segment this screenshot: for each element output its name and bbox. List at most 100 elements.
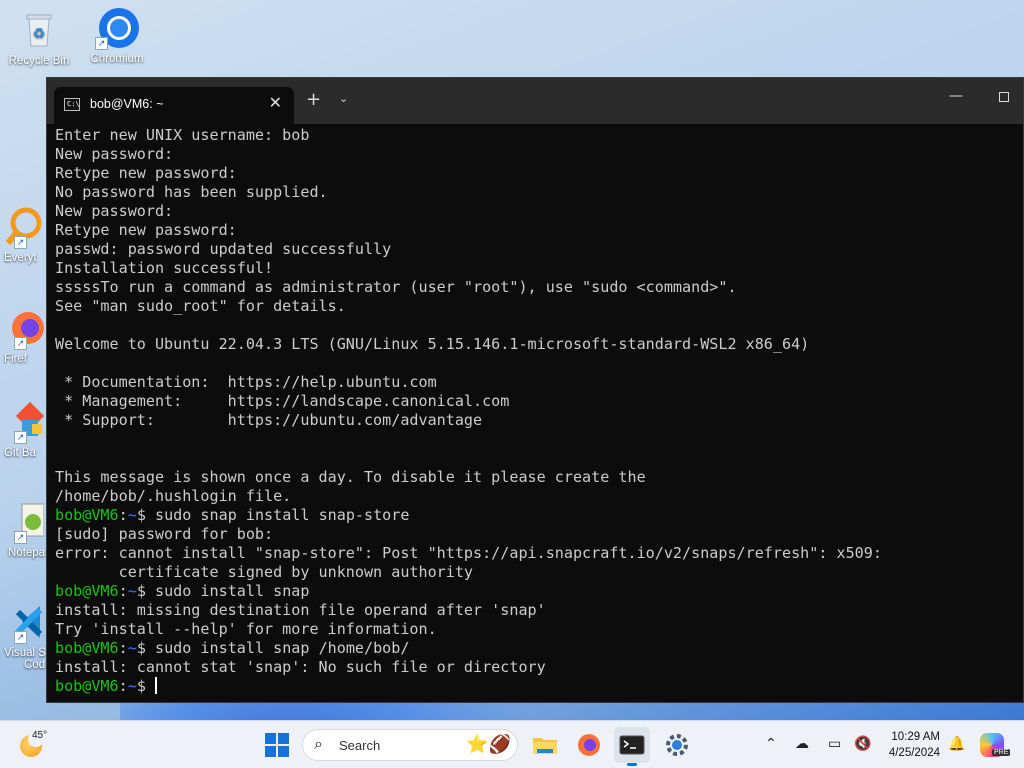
terminal-tab[interactable]: C:\ bob@VM6: ~ ✕ xyxy=(54,87,294,124)
terminal-line-text: This message is shown once a day. To dis… xyxy=(55,468,646,486)
search-highlight-icon: ⭐🏈 xyxy=(466,734,511,754)
shortcut-arrow-icon: ↗ xyxy=(14,236,27,249)
terminal-line-text: install: cannot stat 'snap': No such fil… xyxy=(55,658,546,676)
search-icon: ⌕ xyxy=(314,736,323,753)
terminal-line: error: cannot install "snap-store": Post… xyxy=(55,544,1023,563)
vscode-icon: ↗ xyxy=(0,600,44,644)
prompt-path: ~ xyxy=(127,582,137,600)
prompt-user: bob@VM6 xyxy=(55,677,119,695)
prompt-symbol: $ xyxy=(136,639,146,657)
shortcut-arrow-icon: ↗ xyxy=(14,431,27,444)
shortcut-arrow-icon: ↗ xyxy=(95,37,108,50)
recycle-bin-icon: ♻ xyxy=(17,8,61,52)
terminal-line-text: install: missing destination file operan… xyxy=(55,601,546,619)
prompt-path: ~ xyxy=(127,677,137,695)
windows-logo-tile xyxy=(265,746,276,757)
terminal-line: Welcome to Ubuntu 22.04.3 LTS (GNU/Linux… xyxy=(55,335,1023,354)
terminal-prompt-line: bob@VM6:~$ sudo install snap /home/bob/ xyxy=(55,639,1023,658)
prompt-separator: : xyxy=(118,677,128,695)
shortcut-arrow-icon: ↗ xyxy=(14,531,27,544)
cloud-offline-icon[interactable]: ☁ xyxy=(795,735,809,752)
terminal-line-text: sudo snap install snap-store xyxy=(145,506,410,524)
terminal-line: * Documentation: https://help.ubuntu.com xyxy=(55,373,1023,392)
new-tab-button[interactable]: + xyxy=(306,89,321,110)
terminal-line: Installation successful! xyxy=(55,259,1023,278)
terminal-line-text xyxy=(146,677,155,695)
terminal-line-text: * Management: https://landscape.canonica… xyxy=(55,392,510,410)
bell-icon[interactable]: 🔔 xyxy=(948,735,965,752)
desktop-icon-chromium[interactable]: ↗ Chromium xyxy=(79,6,155,65)
terminal-line-text: certificate signed by unknown authority xyxy=(55,563,474,581)
start-button[interactable] xyxy=(259,727,295,763)
firefox-taskbar-button[interactable] xyxy=(571,727,607,763)
terminal-line-text: /home/bob/.hushlogin file. xyxy=(55,487,292,505)
svg-text:♻: ♻ xyxy=(33,25,46,41)
terminal-line-text: passwd: password updated successfully xyxy=(55,240,392,258)
terminal-line-text: Welcome to Ubuntu 22.04.3 LTS (GNU/Linux… xyxy=(55,335,810,353)
terminal-line: install: cannot stat 'snap': No such fil… xyxy=(55,658,1023,677)
prompt-path: ~ xyxy=(127,506,137,524)
terminal-icon xyxy=(619,735,645,755)
windows-logo-tile xyxy=(278,733,289,744)
terminal-line: * Support: https://ubuntu.com/advantage xyxy=(55,411,1023,430)
terminal-line-text: New password: xyxy=(55,145,174,163)
file-explorer-button[interactable] xyxy=(527,727,563,763)
terminal-taskbar-button[interactable] xyxy=(614,727,650,763)
terminal-line: install: missing destination file operan… xyxy=(55,601,1023,620)
maximize-button[interactable] xyxy=(989,88,1019,106)
terminal-line: This message is shown once a day. To dis… xyxy=(55,468,1023,487)
prompt-separator: : xyxy=(118,639,128,657)
chromium-icon: ↗ xyxy=(95,6,139,50)
terminal-line-text: sudo install snap /home/bob/ xyxy=(145,639,410,657)
copilot-badge: PRE xyxy=(992,749,1011,756)
prompt-symbol: $ xyxy=(136,582,146,600)
terminal-line-text: Retype new password: xyxy=(55,164,237,182)
volume-muted-icon[interactable]: 🔇 xyxy=(854,735,871,752)
prompt-symbol: $ xyxy=(136,506,146,524)
prompt-separator: : xyxy=(118,506,128,524)
firefox-icon xyxy=(578,734,600,756)
terminal-line: Retype new password: xyxy=(55,164,1023,183)
prompt-user: bob@VM6 xyxy=(55,582,119,600)
tab-close-icon[interactable]: ✕ xyxy=(269,93,282,113)
terminal-line: No password has been supplied. xyxy=(55,183,1023,202)
shortcut-arrow-icon: ↗ xyxy=(14,631,27,644)
firefox-icon: ↗ xyxy=(0,306,44,350)
display-icon[interactable]: ▭ xyxy=(828,735,841,752)
settings-taskbar-button[interactable] xyxy=(659,727,695,763)
terminal-line: [sudo] password for bob: xyxy=(55,525,1023,544)
terminal-line: certificate signed by unknown authority xyxy=(55,563,1023,582)
active-app-indicator xyxy=(627,763,637,766)
terminal-prompt-line: bob@VM6:~$ sudo snap install snap-store xyxy=(55,506,1023,525)
terminal-line-text: sudo install snap xyxy=(145,582,310,600)
minimize-button[interactable]: — xyxy=(941,88,971,104)
clock-date: 4/25/2024 xyxy=(888,747,940,759)
prompt-user: bob@VM6 xyxy=(55,506,119,524)
taskbar-search-input[interactable]: ⌕ Search ⭐🏈 xyxy=(302,729,518,761)
tab-dropdown-chevron-icon[interactable]: ⌄ xyxy=(339,92,348,105)
desktop-icon-recycle-bin[interactable]: ♻ Recycle Bin xyxy=(1,8,77,67)
windows-start-icon xyxy=(265,733,276,744)
taskbar: 45° ⌕ Search ⭐🏈 ⌃ ☁ ▭ 🔇 10:29 AM 4/25/20… xyxy=(0,720,1024,768)
terminal-line-text: No password has been supplied. xyxy=(55,183,328,201)
terminal-titlebar[interactable]: C:\ bob@VM6: ~ ✕ + ⌄ — xyxy=(47,78,1023,124)
terminal-line-text: Installation successful! xyxy=(55,259,274,277)
prompt-path: ~ xyxy=(127,639,137,657)
terminal-output[interactable]: Enter new UNIX username: bob New password… xyxy=(47,124,1023,696)
clock-time: 10:29 AM xyxy=(891,731,940,743)
taskbar-clock[interactable]: 10:29 AM 4/25/2024 xyxy=(882,729,940,761)
git-bash-icon: ↗ xyxy=(0,400,45,444)
tab-title: bob@VM6: ~ xyxy=(90,97,164,111)
chevron-up-icon[interactable]: ⌃ xyxy=(765,735,777,752)
weather-widget[interactable]: 45° xyxy=(20,730,70,761)
terminal-line-text: * Documentation: https://help.ubuntu.com xyxy=(55,373,437,391)
terminal-line: New password: xyxy=(55,145,1023,164)
prompt-separator: : xyxy=(118,582,128,600)
terminal-line-text: [sudo] password for bob: xyxy=(55,525,274,543)
terminal-line: Retype new password: xyxy=(55,221,1023,240)
terminal-window[interactable]: C:\ bob@VM6: ~ ✕ + ⌄ — Enter new UNIX us… xyxy=(46,77,1024,703)
